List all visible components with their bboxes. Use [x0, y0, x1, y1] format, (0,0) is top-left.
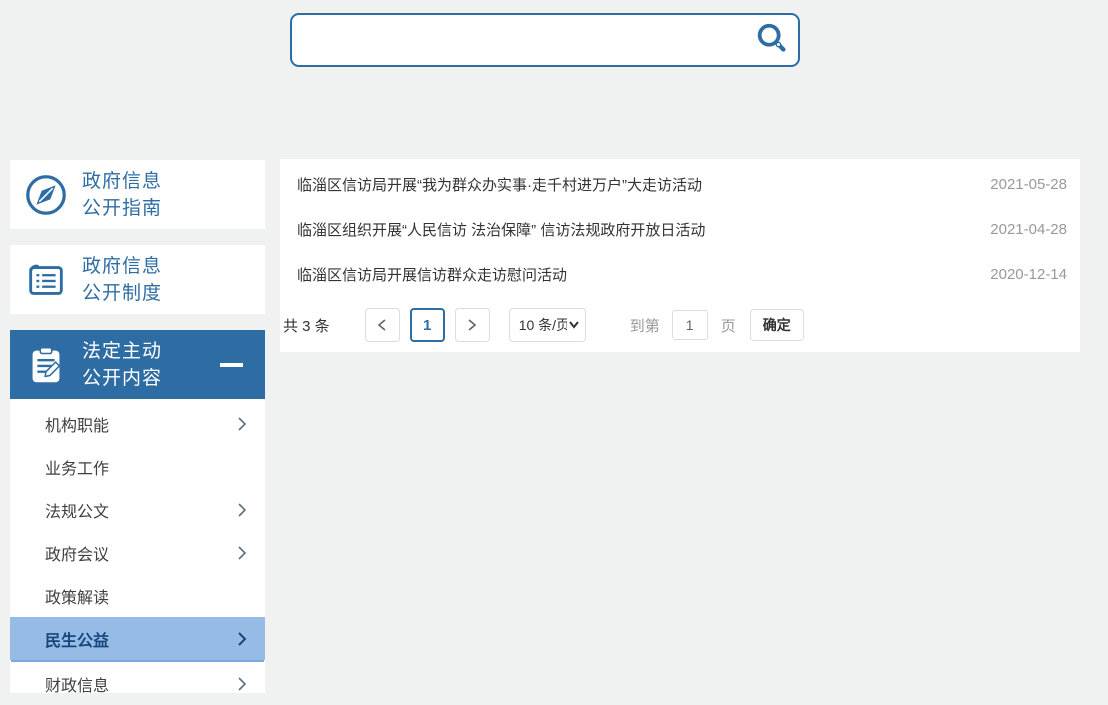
menu-item-label: 政府会议: [45, 541, 109, 565]
article-date: 2021-05-28: [990, 176, 1067, 193]
chevron-right-icon: [237, 631, 247, 647]
chevron-right-icon: [237, 416, 247, 432]
goto-page-suffix-label: 页: [721, 315, 736, 336]
sidebar-item-regulations[interactable]: 法规公文: [10, 488, 265, 531]
chevron-right-icon: [237, 502, 247, 518]
ledger-icon: [10, 257, 82, 303]
menu-item-label: 业务工作: [45, 455, 109, 479]
sidebar-item-fiscal-info[interactable]: 财政信息: [10, 662, 265, 705]
search-icon: [753, 21, 791, 59]
sidebar-item-disclosure-system[interactable]: 政府信息 公开制度: [10, 245, 265, 314]
search-input[interactable]: [292, 15, 746, 65]
total-count-label: 共 3 条: [283, 315, 330, 336]
menu-item-label: 法规公文: [45, 498, 109, 522]
article-title[interactable]: 临淄区信访局开展信访群众走访慰问活动: [297, 264, 970, 285]
sidebar-item-label: 法定主动 公开内容: [82, 338, 162, 392]
next-page-button[interactable]: [455, 308, 490, 342]
sidebar-item-gov-meetings[interactable]: 政府会议: [10, 531, 265, 574]
goto-page-input[interactable]: [672, 310, 708, 340]
page-size-select-wrap: 10 条/页: [509, 308, 586, 342]
confirm-button[interactable]: 确定: [750, 309, 804, 341]
page-size-select[interactable]: 10 条/页: [509, 308, 586, 342]
menu-item-label: 机构职能: [45, 412, 109, 436]
sidebar-item-legal-disclosure[interactable]: 法定主动 公开内容: [10, 330, 265, 399]
sidebar-item-policy-interpretation[interactable]: 政策解读: [10, 574, 265, 617]
sidebar-item-label: 政府信息 公开制度: [82, 253, 162, 307]
chevron-right-icon: [237, 676, 247, 692]
chevron-right-icon: [467, 318, 477, 332]
search-button[interactable]: [746, 15, 798, 65]
article-row[interactable]: 临淄区信访局开展“我为群众办实事·走千村进万户”大走访活动 2021-05-28: [280, 162, 1080, 207]
article-title[interactable]: 临淄区组织开展“人民信访 法治保障” 信访法规政府开放日活动: [297, 219, 970, 240]
article-date: 2020-12-14: [990, 266, 1067, 283]
sidebar-item-business-work[interactable]: 业务工作: [10, 445, 265, 488]
menu-item-label: 政策解读: [45, 584, 109, 608]
page-number-button[interactable]: 1: [410, 308, 445, 342]
pagination-bar: 共 3 条 1 10 条/页 到第 页 确定: [280, 308, 1080, 342]
article-date: 2021-04-28: [990, 221, 1067, 238]
sidebar-submenu: 机构职能 业务工作 法规公文 政府会议 政策解读 民生公益 财政信息: [10, 399, 265, 693]
menu-item-label: 民生公益: [45, 627, 109, 651]
sidebar-item-org-functions[interactable]: 机构职能: [10, 402, 265, 445]
sidebar-item-livelihood-welfare[interactable]: 民生公益: [10, 617, 265, 660]
menu-item-label: 财政信息: [45, 672, 109, 696]
minus-icon: [220, 363, 243, 367]
prev-page-button[interactable]: [365, 308, 400, 342]
compass-icon: [10, 172, 82, 218]
article-row[interactable]: 临淄区组织开展“人民信访 法治保障” 信访法规政府开放日活动 2021-04-2…: [280, 207, 1080, 252]
clipboard-pen-icon: [10, 342, 82, 388]
article-title[interactable]: 临淄区信访局开展“我为群众办实事·走千村进万户”大走访活动: [297, 174, 970, 195]
chevron-right-icon: [237, 545, 247, 561]
article-row[interactable]: 临淄区信访局开展信访群众走访慰问活动 2020-12-14: [280, 252, 1080, 297]
sidebar-item-disclosure-guide[interactable]: 政府信息 公开指南: [10, 160, 265, 229]
goto-page-prefix-label: 到第: [630, 315, 660, 336]
sidebar-item-label: 政府信息 公开指南: [82, 168, 162, 222]
search-bar: [290, 13, 800, 67]
chevron-left-icon: [377, 318, 387, 332]
